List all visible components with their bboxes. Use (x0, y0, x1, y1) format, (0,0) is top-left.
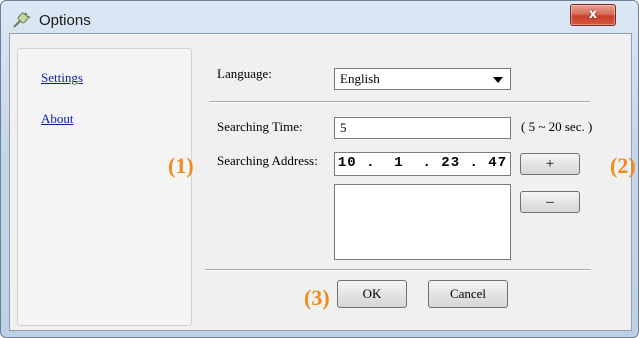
cancel-button[interactable]: Cancel (428, 280, 508, 308)
search-address-value: 10 . 1 . 23 . 47 (337, 155, 508, 171)
divider-bottom (205, 269, 591, 271)
close-icon: x (588, 7, 598, 22)
chevron-down-icon (493, 77, 503, 83)
search-time-hint: ( 5 ~ 20 sec. ) (521, 119, 593, 134)
language-label: Language: (217, 66, 272, 81)
ok-button[interactable]: OK (337, 280, 407, 308)
search-address-label: Searching Address: (217, 153, 318, 168)
window-title: Options (39, 12, 91, 29)
search-address-input[interactable]: 10 . 1 . 23 . 47 (334, 152, 511, 176)
sidebar-item-settings[interactable]: Settings (41, 70, 83, 86)
sidebar-item-about[interactable]: About (41, 111, 74, 127)
remove-address-button[interactable]: – (520, 191, 580, 213)
options-dialog: Options x Settings About Language: Engli… (0, 0, 639, 338)
close-button[interactable]: x (570, 4, 616, 26)
language-select[interactable]: English (334, 68, 511, 90)
sidebar: Settings About (17, 48, 192, 326)
dialog-body: Settings About Language: English Searchi… (9, 33, 636, 331)
annotation-marker-2: (2) (610, 153, 636, 178)
divider-top (209, 101, 590, 103)
search-time-label: Searching Time: (217, 119, 303, 134)
language-value: English (340, 71, 380, 86)
plug-icon (12, 11, 32, 29)
annotation-marker-3: (3) (304, 285, 330, 310)
add-address-button[interactable]: + (520, 153, 580, 175)
search-time-value: 5 (340, 120, 347, 135)
annotation-marker-1: (1) (168, 153, 194, 178)
search-time-input[interactable]: 5 (334, 117, 511, 139)
address-list[interactable] (334, 184, 511, 260)
